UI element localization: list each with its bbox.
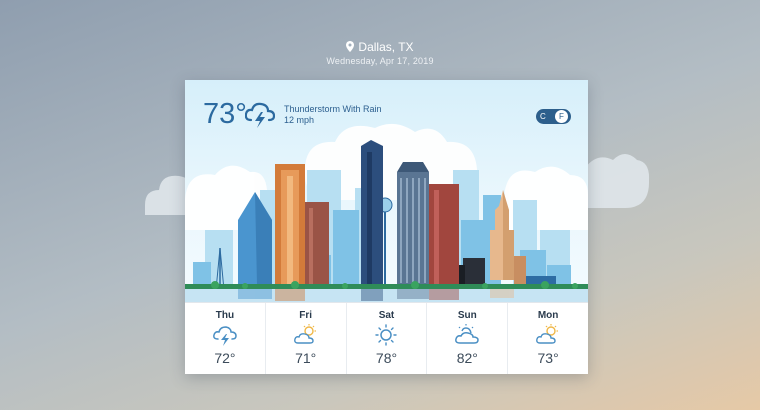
forecast-day-name: Fri [299,310,313,321]
celsius-option[interactable]: C [540,111,546,122]
forecast-temp: 82° [456,350,478,366]
city-skyline-illustration: 73° Thunderstorm With Rain 12 mph C F [185,80,588,302]
forecast-temp: 73° [537,350,559,366]
forecast-day-name: Mon [537,310,559,321]
forecast-temp: 71° [295,350,317,366]
forecast-day-name: Thu [215,310,235,321]
city-name: Dallas, TX [358,40,414,54]
partly-cloudy-icon [455,324,480,346]
thunderstorm-icon [212,324,237,346]
right-cloud-decoration [585,154,650,208]
location-pin-icon [346,40,355,55]
forecast-row: Thu 72° Fri 71° Sat 78° Sun 82° Mon 73° [185,302,588,374]
location-header: Dallas, TX [0,40,760,55]
forecast-day-name: Sat [378,310,395,321]
current-temperature: 73° [203,98,247,130]
weather-card: 73° Thunderstorm With Rain 12 mph C F Th… [185,80,588,374]
forecast-day-sat: Sat 78° [347,303,428,374]
forecast-day-mon: Mon 73° [508,303,588,374]
forecast-day-name: Sun [457,310,477,321]
current-condition: Thunderstorm With Rain [284,104,382,114]
forecast-day-thu: Thu 72° [185,303,266,374]
fahrenheit-option[interactable]: F [555,110,568,123]
wind-speed: 12 mph [284,115,315,125]
forecast-temp: 78° [375,350,398,366]
partly-sunny-icon [536,324,560,346]
partly-sunny-icon [293,324,318,346]
forecast-temp: 72° [214,350,236,366]
sunny-icon [374,324,398,346]
forecast-day-sun: Sun 82° [427,303,509,374]
unit-toggle[interactable]: C F [536,109,571,124]
forecast-day-fri: Fri 71° [266,303,347,374]
current-date: Wednesday, Apr 17, 2019 [326,56,434,66]
